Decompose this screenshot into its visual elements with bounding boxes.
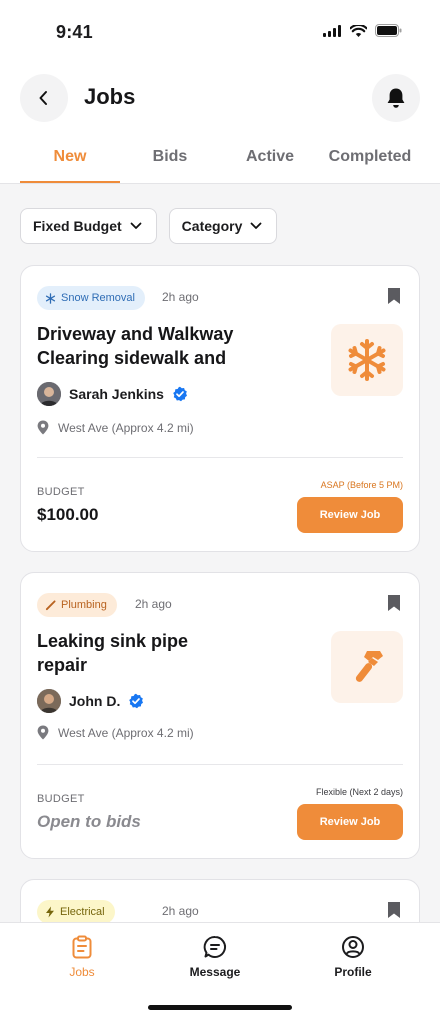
- category-label: Plumbing: [61, 599, 107, 611]
- location-row: West Ave (Approx 4.2 mi): [37, 420, 194, 435]
- tab-new[interactable]: New: [20, 148, 120, 166]
- status-bar: 9:41: [0, 0, 440, 64]
- location-text: West Ave (Approx 4.2 mi): [58, 420, 194, 435]
- nav-message[interactable]: Message: [160, 935, 270, 979]
- location-text: West Ave (Approx 4.2 mi): [58, 725, 194, 740]
- divider: [37, 457, 403, 458]
- status-time: 9:41: [56, 22, 93, 42]
- home-indicator: [148, 1005, 292, 1010]
- battery-icon: [375, 24, 402, 37]
- nav-jobs[interactable]: Jobs: [27, 935, 137, 979]
- posted-time: 2h ago: [162, 904, 199, 918]
- category-badge: Electrical: [37, 900, 115, 924]
- filter-label: Fixed Budget: [33, 218, 122, 234]
- location-pin-icon: [37, 725, 49, 740]
- budget-value: $100.00: [37, 505, 99, 524]
- posted-time: 2h ago: [162, 290, 199, 304]
- timing-text: ASAP (Before 5 PM): [320, 480, 403, 490]
- category-badge: Plumbing: [37, 593, 117, 617]
- poster-row: John D.: [37, 689, 144, 713]
- nav-profile[interactable]: Profile: [298, 935, 408, 979]
- notifications-button[interactable]: [372, 74, 420, 122]
- filter-label: Category: [181, 218, 243, 234]
- header: Jobs: [0, 74, 440, 122]
- tab-bids[interactable]: Bids: [120, 148, 220, 166]
- wrench-icon: [45, 599, 56, 610]
- back-button[interactable]: [20, 74, 68, 122]
- avatar-image: [37, 689, 61, 713]
- clipboard-icon: [72, 935, 92, 959]
- job-image: [331, 631, 403, 703]
- chevron-down-icon: [250, 222, 262, 229]
- profile-icon: [342, 936, 364, 958]
- tab-completed[interactable]: Completed: [320, 148, 420, 166]
- review-job-button[interactable]: Review Job: [297, 804, 403, 840]
- job-card[interactable]: Plumbing 2h ago Leaking sink pipe repair…: [20, 572, 420, 859]
- avatar: [37, 382, 61, 406]
- lightning-icon: [46, 906, 54, 918]
- bookmark-icon[interactable]: [387, 901, 401, 919]
- poster-row: Sarah Jenkins: [37, 382, 188, 406]
- verified-icon: [129, 693, 144, 709]
- location-row: West Ave (Approx 4.2 mi): [37, 725, 194, 740]
- category-badge: Snow Removal: [37, 286, 145, 310]
- nav-label: Message: [189, 965, 241, 979]
- job-title: Driveway and Walkway Clearing sidewalk a…: [37, 324, 234, 368]
- location-pin-icon: [37, 420, 49, 435]
- wifi-icon: [350, 24, 367, 37]
- signal-icon: [323, 24, 341, 37]
- tab-active[interactable]: Active: [220, 148, 320, 166]
- timing-text: Flexible (Next 2 days): [315, 787, 403, 797]
- poster-name: Sarah Jenkins: [69, 386, 164, 402]
- verified-icon: [173, 386, 187, 402]
- budget-value: Open to bids: [37, 812, 141, 831]
- budget-label: BUDGET: [37, 486, 85, 498]
- bottom-nav: Jobs Message Profile: [0, 922, 440, 1017]
- wrench-icon: [355, 651, 383, 682]
- job-image: [331, 324, 403, 396]
- review-job-button[interactable]: Review Job: [297, 497, 403, 533]
- chevron-left-icon: [39, 91, 47, 105]
- divider: [37, 764, 403, 765]
- status-icons: [323, 24, 402, 37]
- nav-label: Profile: [334, 965, 372, 979]
- avatar: [37, 689, 61, 713]
- snowflake-icon: [348, 339, 386, 381]
- category-filter[interactable]: Category: [168, 208, 278, 244]
- posted-time: 2h ago: [135, 597, 172, 611]
- bell-icon: [387, 88, 405, 108]
- filter-row: Fixed Budget Category: [20, 208, 278, 244]
- chat-icon: [203, 935, 226, 958]
- page-title: Jobs: [84, 84, 136, 109]
- nav-label: Jobs: [69, 965, 95, 979]
- top-bar: 9:41 Jobs New Bids Active Completed: [0, 0, 440, 184]
- chevron-down-icon: [130, 222, 142, 229]
- active-tab-indicator: [20, 181, 120, 183]
- snowflake-icon: [45, 292, 56, 304]
- tab-bar: New Bids Active Completed: [0, 140, 440, 184]
- fixed-budget-filter[interactable]: Fixed Budget: [20, 208, 157, 244]
- category-label: Electrical: [60, 906, 105, 918]
- category-label: Snow Removal: [61, 292, 135, 304]
- bookmark-icon[interactable]: [387, 594, 401, 612]
- job-card[interactable]: Snow Removal 2h ago Driveway and Walkway…: [20, 265, 420, 552]
- bookmark-icon[interactable]: [387, 287, 401, 305]
- budget-label: BUDGET: [37, 793, 85, 805]
- poster-name: John D.: [69, 693, 121, 709]
- avatar-image: [37, 382, 61, 406]
- job-title: Leaking sink pipe repair: [37, 631, 189, 675]
